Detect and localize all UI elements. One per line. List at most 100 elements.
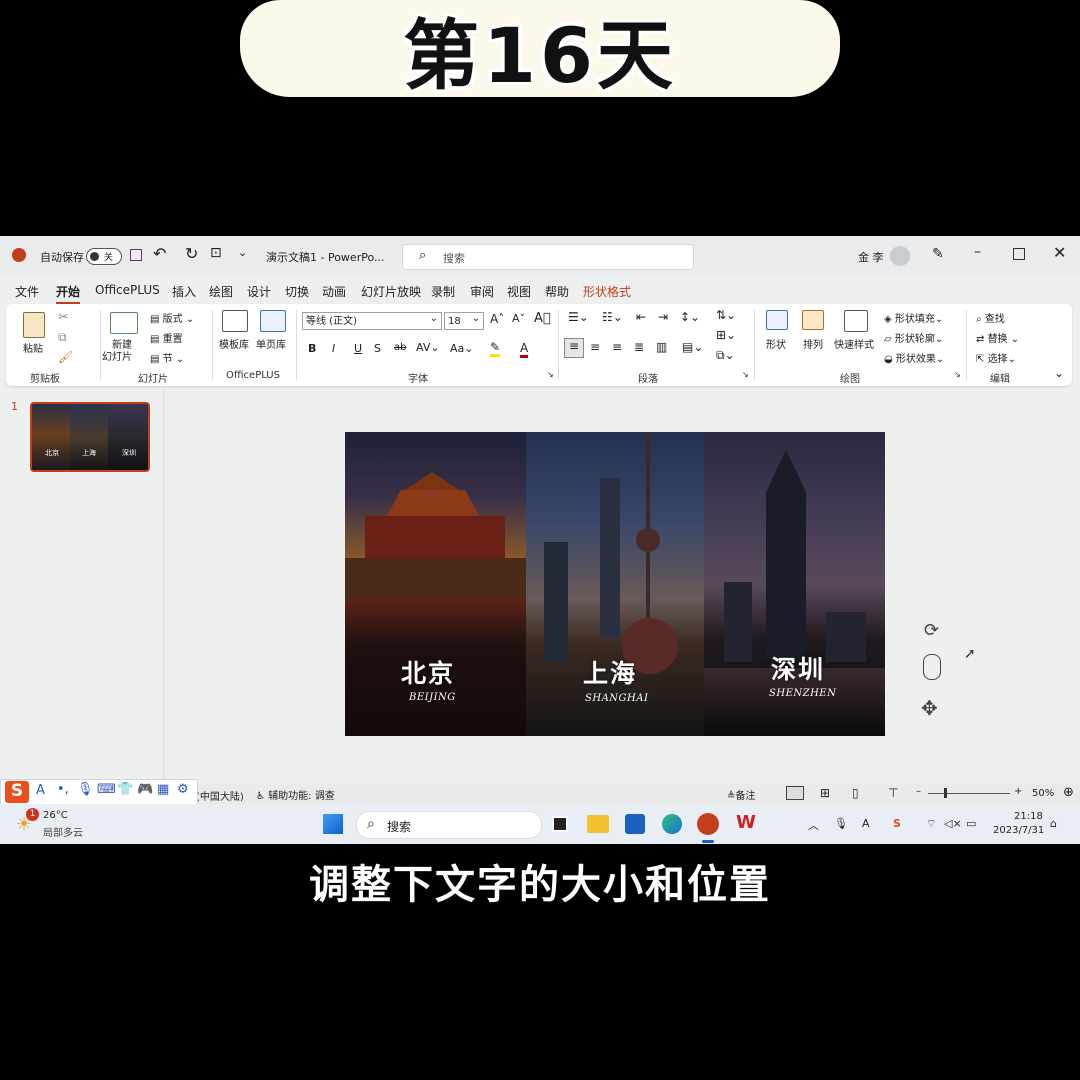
tray-microphone-icon[interactable]: 🎙	[834, 817, 848, 830]
dialog-launcher-icon[interactable]: ↘	[954, 370, 961, 379]
single-page-library-icon[interactable]	[260, 310, 286, 332]
shadow-icon[interactable]: S	[374, 342, 381, 355]
tab-record[interactable]: 录制	[431, 283, 455, 300]
save-icon[interactable]	[130, 249, 142, 261]
change-case-icon[interactable]: Aa⌄	[450, 342, 473, 355]
city-name-shanghai[interactable]: 上海	[583, 654, 637, 690]
zoom-slider-thumb[interactable]	[944, 788, 947, 798]
format-painter-icon[interactable]: 🖌	[58, 350, 73, 364]
line-spacing-icon[interactable]: ↕⌄	[680, 310, 700, 324]
powerpoint-taskbar-icon[interactable]	[697, 813, 719, 835]
zoom-slider[interactable]	[928, 793, 1010, 794]
city-pinyin-shanghai[interactable]: SHANGHAI	[585, 693, 648, 704]
weather-temp[interactable]: 26°C	[43, 810, 68, 821]
section-button[interactable]: ▤ 节 ⌄	[150, 350, 184, 365]
ime-mode[interactable]: A	[36, 783, 45, 798]
distributed-icon[interactable]: ▥	[656, 340, 667, 354]
language-status[interactable]: (中国大陆)	[196, 788, 244, 803]
zoom-out-icon[interactable]: –	[916, 786, 921, 797]
new-slide-icon[interactable]	[110, 312, 138, 334]
single-page-library-button[interactable]: 单页库	[256, 336, 286, 351]
city-pinyin-shenzhen[interactable]: SHENZHEN	[769, 688, 836, 699]
wps-icon[interactable]: W	[736, 812, 756, 833]
city-name-shenzhen[interactable]: 深圳	[771, 650, 825, 686]
clear-formatting-icon[interactable]: A⃠	[534, 311, 551, 326]
pen-icon[interactable]: ✎	[932, 246, 944, 262]
align-center-icon[interactable]: ≡	[590, 340, 600, 354]
tab-view[interactable]: 视图	[507, 283, 531, 300]
find-button[interactable]: ⌕ 查找	[976, 310, 1005, 325]
tab-home[interactable]: 开始	[56, 283, 81, 305]
user-name[interactable]: 金 李	[858, 249, 884, 265]
grow-font-icon[interactable]: A˄	[490, 312, 504, 326]
shape-fill-button[interactable]: ◈ 形状填充⌄	[884, 310, 943, 325]
battery-icon[interactable]: ▭	[966, 817, 976, 830]
increase-indent-icon[interactable]: ⇥	[658, 310, 668, 324]
game-icon[interactable]: 🎮	[137, 782, 153, 797]
highlight-icon[interactable]: ✎	[490, 340, 501, 357]
customize-toolbar-icon[interactable]: ⌄	[238, 246, 247, 259]
minimize-icon[interactable]: –	[974, 244, 981, 260]
tray-pen-icon[interactable]: A	[862, 817, 870, 830]
task-view-icon[interactable]	[552, 816, 568, 832]
arrange-icon[interactable]	[802, 310, 824, 330]
undo-icon[interactable]: ↶	[153, 244, 166, 263]
tab-draw[interactable]: 绘图	[209, 283, 233, 300]
slide-canvas[interactable]: 北京 BEIJING 上海 SHANGHAI 深圳 SHENZHEN	[345, 432, 885, 736]
apps-grid-icon[interactable]: ▦	[157, 782, 169, 797]
arrange-button[interactable]: 排列	[803, 336, 823, 351]
weather-desc[interactable]: 局部多云	[43, 824, 83, 839]
tab-animations[interactable]: 动画	[322, 283, 346, 300]
tab-file[interactable]: 文件	[15, 283, 39, 300]
shapes-button[interactable]: 形状	[766, 336, 786, 351]
copy-icon[interactable]: ⧉	[58, 330, 67, 345]
tab-insert[interactable]: 插入	[172, 283, 196, 300]
wifi-icon[interactable]: ⌔	[926, 817, 936, 831]
dialog-launcher-icon[interactable]: ↘	[742, 370, 749, 379]
dialog-launcher-icon[interactable]: ↘	[547, 370, 554, 379]
close-icon[interactable]: ✕	[1053, 243, 1066, 262]
shapes-icon[interactable]	[766, 310, 788, 330]
city-pinyin-beijing[interactable]: BEIJING	[409, 692, 456, 703]
columns-icon[interactable]: ▤⌄	[682, 340, 703, 354]
paste-button[interactable]: 粘贴	[23, 340, 43, 355]
font-color-icon[interactable]: A	[520, 341, 529, 358]
shape-effects-button[interactable]: ◒ 形状效果⌄	[884, 350, 944, 365]
tab-slideshow[interactable]: 幻灯片放映	[361, 283, 421, 300]
tab-shape-format[interactable]: 形状格式	[583, 283, 631, 300]
tab-transitions[interactable]: 切换	[285, 283, 309, 300]
resize-handle-icon[interactable]	[923, 654, 941, 680]
strikethrough-icon[interactable]: ab	[394, 342, 406, 353]
zoom-level[interactable]: 50%	[1032, 788, 1054, 799]
decrease-indent-icon[interactable]: ⇤	[636, 310, 646, 324]
tray-overflow-icon[interactable]: ︿	[808, 817, 819, 833]
align-text-icon[interactable]: ⊞⌄	[716, 328, 736, 342]
quick-styles-icon[interactable]	[844, 310, 868, 332]
clock-date[interactable]: 2023/7/31	[993, 825, 1044, 836]
windows-start-icon[interactable]	[323, 814, 343, 834]
quick-styles-button[interactable]: 快速样式	[834, 336, 874, 351]
autosave-toggle[interactable]: 关	[86, 248, 122, 265]
smartart-icon[interactable]: ⧉⌄	[716, 348, 735, 363]
microphone-icon[interactable]: 🎙	[77, 782, 94, 797]
character-spacing-icon[interactable]: AV⌄	[416, 341, 440, 354]
template-library-button[interactable]: 模板库	[219, 336, 249, 351]
font-size-select[interactable]: 18	[444, 310, 484, 330]
collapse-ribbon-icon[interactable]: ⌄	[1054, 366, 1064, 380]
reading-view-icon[interactable]: ▯	[852, 786, 859, 800]
font-name-select[interactable]: 等线 (正文)	[302, 310, 442, 330]
skin-icon[interactable]: 👕	[117, 782, 133, 797]
template-library-icon[interactable]	[222, 310, 248, 332]
bold-icon[interactable]: B	[308, 342, 316, 355]
underline-icon[interactable]: U	[354, 342, 362, 355]
numbering-icon[interactable]: ☷⌄	[602, 310, 623, 324]
punctuation-icon[interactable]: •,	[57, 782, 69, 797]
layout-button[interactable]: ▤ 版式 ⌄	[150, 310, 194, 325]
zoom-in-icon[interactable]: +	[1014, 786, 1022, 797]
notes-button[interactable]: ≜备注	[727, 787, 755, 802]
avatar[interactable]	[890, 246, 910, 266]
city-name-beijing[interactable]: 北京	[401, 654, 455, 690]
text-direction-icon[interactable]: ⇅⌄	[716, 308, 736, 322]
clock-time[interactable]: 21:18	[1014, 811, 1043, 822]
slide-sorter-icon[interactable]: ⊞	[820, 786, 830, 800]
